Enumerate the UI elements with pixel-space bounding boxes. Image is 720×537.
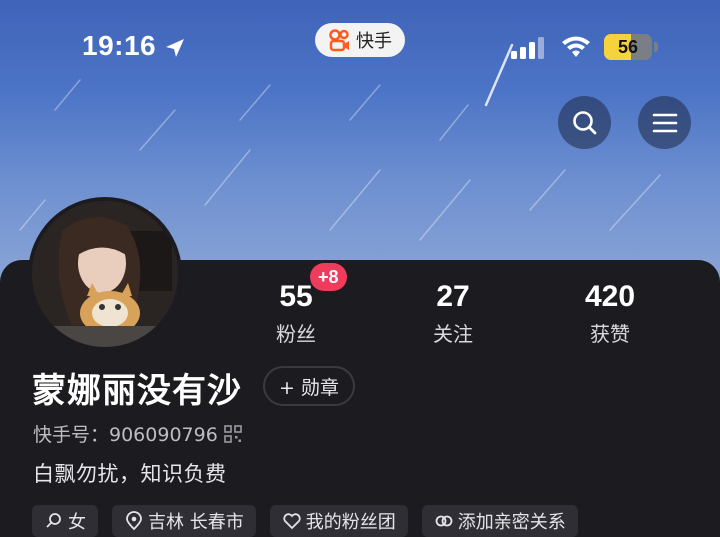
profile-bio: 白飘勿扰，知识负费	[33, 462, 227, 486]
fans-label: 粉丝	[276, 322, 316, 346]
profile-tags: 女 吉林 长春市 我的粉丝团 添加亲密关系	[32, 505, 578, 537]
location-arrow-icon	[166, 39, 184, 57]
kuaishou-id-row[interactable]: 快手号：906090796	[33, 420, 242, 447]
hamburger-menu-icon	[652, 113, 677, 132]
add-medal-button[interactable]: + 勋章	[263, 366, 355, 406]
tag-add-relationship-label: 添加亲密关系	[457, 512, 566, 533]
medal-label: + 勋章	[279, 376, 339, 399]
tag-fan-club-label: 我的粉丝团	[305, 512, 396, 533]
cellular-signal-icon	[511, 37, 544, 59]
following-stat[interactable]: 27 关注	[393, 280, 513, 347]
avatar-photo	[32, 201, 178, 347]
qr-code-icon[interactable]	[223, 424, 242, 443]
kuaishou-id-text: 快手号：906090796	[33, 424, 218, 446]
tag-gender[interactable]: 女	[32, 505, 98, 537]
battery-indicator: 56	[604, 34, 652, 60]
menu-button[interactable]	[638, 96, 691, 149]
profile-name: 蒙娜丽没有沙	[32, 371, 242, 411]
tag-location-label: 吉林 长春市	[148, 512, 244, 533]
following-label: 关注	[433, 322, 473, 346]
heart-icon	[283, 513, 301, 530]
status-bar: 19:16 快手 56	[0, 0, 720, 95]
likes-count: 420	[584, 280, 636, 313]
avatar[interactable]	[28, 197, 182, 351]
wifi-icon	[562, 36, 590, 57]
kuaishou-logo-icon	[329, 29, 349, 52]
tag-add-relationship[interactable]: 添加亲密关系	[421, 505, 578, 537]
following-count: 27	[436, 280, 470, 313]
link-icon	[435, 515, 453, 527]
battery-tip	[654, 42, 658, 52]
search-button[interactable]	[558, 96, 611, 149]
female-icon	[46, 513, 61, 528]
app-return-badge[interactable]: 快手	[315, 23, 405, 57]
app-name: 快手	[356, 31, 392, 52]
tag-location[interactable]: 吉林 长春市	[112, 505, 256, 537]
new-fans-badge: +8	[310, 263, 347, 291]
avatar-portrait-art	[32, 201, 178, 347]
location-icon	[126, 511, 142, 531]
search-icon	[572, 110, 596, 134]
tag-gender-label: 女	[68, 512, 86, 533]
tag-fan-club[interactable]: 我的粉丝团	[269, 505, 408, 537]
likes-label: 获赞	[590, 322, 630, 346]
battery-percent: 56	[617, 36, 639, 57]
clock: 19:16	[82, 30, 157, 61]
likes-stat[interactable]: 420 获赞	[550, 280, 670, 347]
